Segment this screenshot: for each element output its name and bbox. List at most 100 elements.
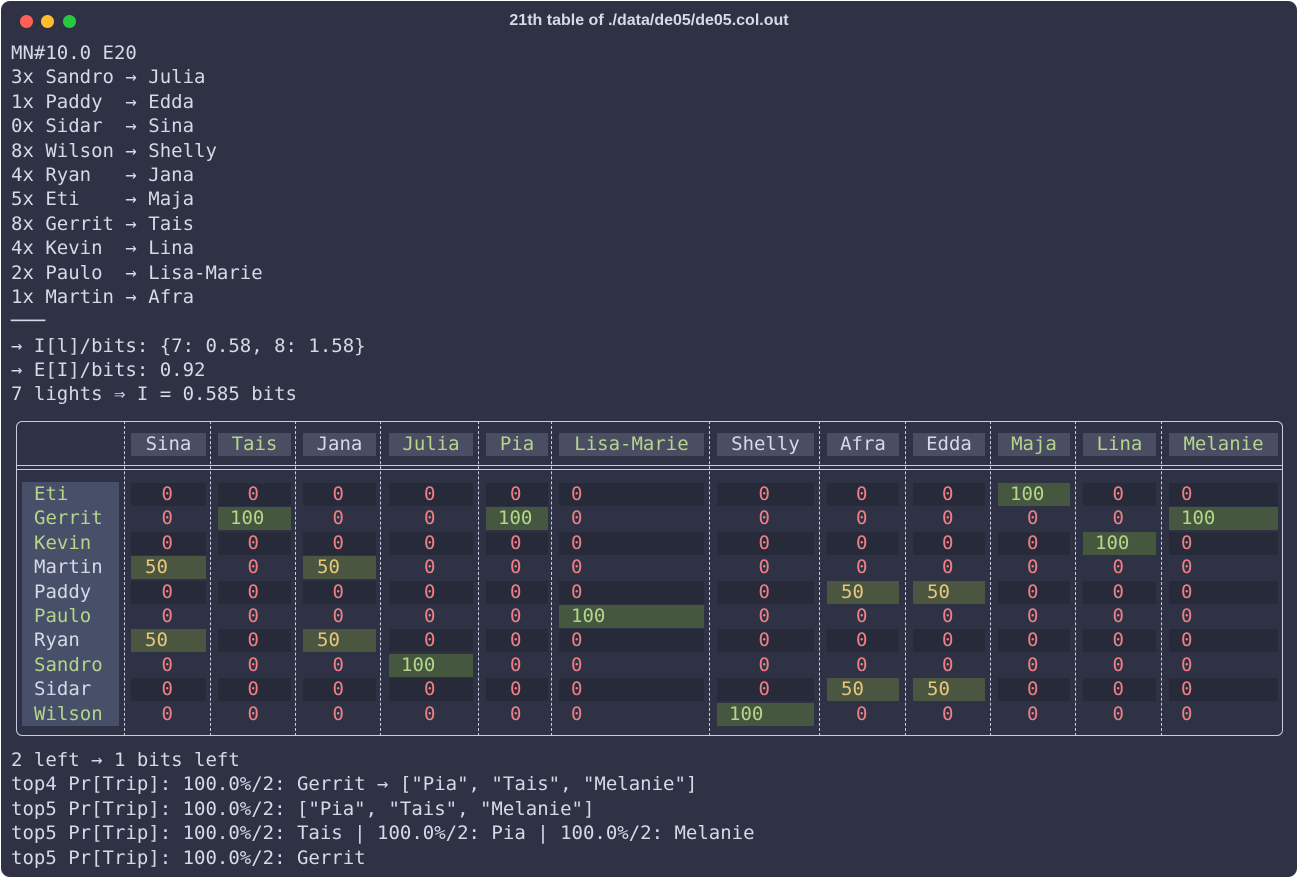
table-cell: 0 <box>827 531 899 555</box>
table-cell: 0 <box>161 653 173 676</box>
table-cell: 0 <box>1181 605 1193 627</box>
table-cell: 0 <box>998 629 1070 653</box>
footer-line: top4 Pr[Trip]: 100.0%/2: Gerrit → ["Pia"… <box>11 773 698 796</box>
table-cell: 0 <box>247 556 259 579</box>
table-cell: 0 <box>486 629 548 653</box>
column-header-lisa-marie: Lisa-Marie <box>559 433 704 456</box>
table-cell: 0 <box>913 483 985 506</box>
table-cell: 0 <box>161 702 173 725</box>
table-cell: 50 <box>131 629 206 653</box>
column-header-shelly: Shelly <box>717 433 814 456</box>
table-cell: 0 <box>1083 483 1156 506</box>
table-cell: 100 <box>218 507 291 531</box>
table-cell: 0 <box>559 531 704 555</box>
table-cell: 0 <box>332 507 344 530</box>
table-cell: 0 <box>247 653 259 676</box>
log-line: 8x Wilson → Shelly <box>11 139 217 162</box>
table-cell: 0 <box>1083 629 1156 653</box>
table-cell: 0 <box>1181 556 1193 579</box>
row-label-martin: Martin <box>34 556 103 579</box>
log-line: 4x Kevin → Lina <box>11 237 195 260</box>
table-cell: 0 <box>303 678 376 702</box>
table-cell: 100 <box>717 702 814 726</box>
header-divider <box>16 465 1283 466</box>
column-header-edda: Edda <box>913 433 985 456</box>
table-cell: 0 <box>218 483 291 506</box>
row-label-ryan: Ryan <box>34 629 80 652</box>
footer-output: 2 left → 1 bits left top4 Pr[Trip]: 100.0… <box>11 748 1287 870</box>
table-cell: 0 <box>1169 483 1278 506</box>
table-cell: 0 <box>332 605 344 627</box>
table-cell: 0 <box>389 629 473 653</box>
log-line: 0x Sidar → Sina <box>11 115 195 138</box>
table-cell: 0 <box>1169 531 1278 555</box>
table-cell: 50 <box>827 580 899 604</box>
column-header-julia: Julia <box>389 433 473 456</box>
table-cell: 0 <box>827 483 899 506</box>
table-cell: 0 <box>571 702 583 725</box>
table-cell: 0 <box>218 531 291 555</box>
table-cell: 100 <box>1169 507 1278 531</box>
log-line: ─── <box>11 310 46 333</box>
table-cell: 50 <box>303 629 376 653</box>
log-line: 1x Paddy → Edda <box>11 90 195 113</box>
table-cell: 0 <box>856 556 868 579</box>
table-cell: 0 <box>827 629 899 653</box>
table-cell: 0 <box>486 483 548 506</box>
table-cell: 0 <box>389 531 473 555</box>
table-cell: 50 <box>827 678 899 702</box>
row-label-gerrit: Gerrit <box>34 507 103 530</box>
table-cell: 0 <box>998 531 1070 555</box>
table-cell: 0 <box>1027 653 1039 676</box>
table-cell: 0 <box>1083 678 1156 702</box>
table-cell: 0 <box>389 483 473 506</box>
table-cell: 0 <box>1027 702 1039 725</box>
table-cell: 50 <box>303 556 376 580</box>
column-header-pia: Pia <box>486 433 548 456</box>
log-line: 5x Eti → Maja <box>11 188 195 211</box>
table-cell: 0 <box>571 507 583 530</box>
table-cell: 0 <box>913 629 985 653</box>
table-cell: 0 <box>218 678 291 702</box>
table-cell: 100 <box>1083 531 1156 555</box>
table-cell: 100 <box>998 483 1070 506</box>
table-cell: 0 <box>559 629 704 653</box>
table-cell: 0 <box>571 556 583 579</box>
log-line: 2x Paulo → Lisa-Marie <box>11 261 263 284</box>
table-cell: 0 <box>942 507 954 530</box>
table-cell: 0 <box>1112 507 1124 530</box>
table-cell: 0 <box>717 531 814 555</box>
table-cell: 0 <box>1169 580 1278 604</box>
log-line: 4x Ryan → Jana <box>11 163 195 186</box>
footer-line: top5 Pr[Trip]: 100.0%/2: Gerrit <box>11 846 366 869</box>
table-cell: 0 <box>1112 605 1124 627</box>
table-cell: 0 <box>332 653 344 676</box>
table-cell: 100 <box>389 653 473 677</box>
row-label-paddy: Paddy <box>34 580 92 603</box>
column-header-sina: Sina <box>131 433 206 456</box>
table-cell: 0 <box>758 653 770 676</box>
table-cell: 0 <box>161 507 173 530</box>
table-cell: 0 <box>486 678 548 702</box>
table-cell: 0 <box>486 580 548 604</box>
log-output: MN#10.0 E20 3x Sandro → Julia 1x Paddy → E… <box>11 41 1287 407</box>
table-cell: 50 <box>913 580 985 604</box>
table-cell: 0 <box>247 605 259 627</box>
table-cell: 0 <box>389 580 473 604</box>
table-cell: 0 <box>1027 605 1039 627</box>
table-cell: 0 <box>1027 556 1039 579</box>
table-cell: 0 <box>758 605 770 627</box>
table-cell: 0 <box>717 629 814 653</box>
table-cell: 0 <box>1027 507 1039 530</box>
table-cell: 0 <box>758 507 770 530</box>
table-cell: 0 <box>571 653 583 676</box>
table-cell: 0 <box>717 483 814 506</box>
table-cell: 0 <box>856 702 868 725</box>
row-label-wilson: Wilson <box>34 702 103 725</box>
table-cell: 0 <box>218 580 291 604</box>
table-cell: 50 <box>913 678 985 702</box>
row-label-eti: Eti <box>34 483 69 505</box>
window-title: 21th table of ./data/de05/de05.col.out <box>509 12 789 29</box>
column-header-melanie: Melanie <box>1169 433 1278 456</box>
footer-line: top5 Pr[Trip]: 100.0%/2: Tais | 100.0%/2… <box>11 822 755 845</box>
